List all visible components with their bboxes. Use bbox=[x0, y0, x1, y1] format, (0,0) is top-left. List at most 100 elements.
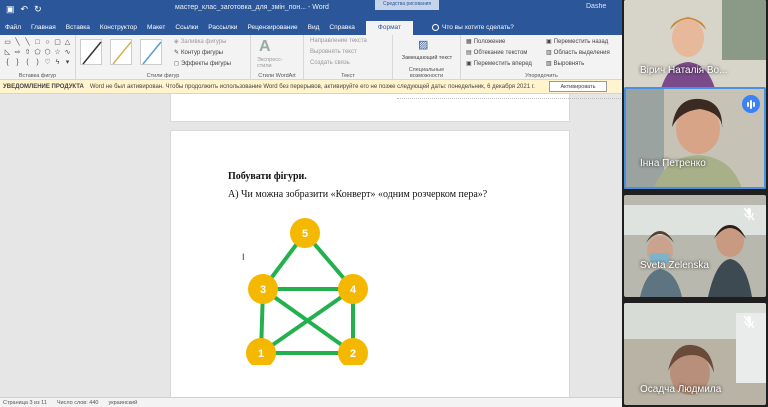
page-count[interactable]: Страница 3 из 11 bbox=[3, 400, 47, 406]
group-accessibility: ▨ Замещающий текст Специальные возможнос… bbox=[393, 35, 461, 80]
shape-effects-label: Эффекты фигуры bbox=[180, 60, 231, 67]
bracket-shape-icon[interactable]: } bbox=[13, 58, 22, 67]
position-button[interactable]: ▦ Положение bbox=[466, 38, 505, 46]
arrow-shape-icon[interactable]: ⇨ bbox=[13, 48, 22, 57]
tell-me-box[interactable]: Что вы хотите сделать? bbox=[427, 24, 519, 35]
send-backward-label: Переместить назад bbox=[553, 38, 609, 45]
language-indicator[interactable]: украинский bbox=[108, 400, 137, 406]
graph-node-label: 4 bbox=[350, 284, 357, 296]
triangle-shape-icon[interactable]: △ bbox=[63, 38, 72, 47]
wrap-text-button[interactable]: ▤ Обтекание текстом bbox=[466, 49, 527, 57]
express-styles-button[interactable]: Экспресс-стили bbox=[257, 57, 297, 69]
tell-me-label: Что вы хотите сделать? bbox=[442, 24, 514, 31]
right-triangle-shape-icon[interactable]: ◺ bbox=[3, 48, 12, 57]
parenthesis-shape-icon[interactable]: ) bbox=[33, 58, 42, 67]
graph-node-2[interactable]: 2 bbox=[338, 338, 368, 365]
participant-name: Sveta Zelenska bbox=[640, 260, 709, 271]
group-arrange: ▦ Положение ▤ Обтекание текстом ▣ Переме… bbox=[461, 35, 622, 80]
align-button[interactable]: ▧ Выровнять bbox=[546, 60, 584, 68]
redo-icon[interactable]: ↻ bbox=[34, 4, 42, 15]
bring-forward-button[interactable]: ▣ Переместить вперед bbox=[466, 60, 532, 68]
align-text-button[interactable]: Выровнять текст bbox=[310, 49, 357, 55]
user-name[interactable]: Dashe bbox=[586, 3, 606, 10]
tab-format[interactable]: Формат bbox=[365, 21, 414, 35]
tab-design[interactable]: Конструктор bbox=[95, 24, 142, 35]
text-direction-button[interactable]: Направление текста bbox=[310, 38, 367, 44]
graph-node-3[interactable]: 3 bbox=[248, 274, 278, 304]
current-page[interactable]: Побувати фігури. А) Чи можна зобразити «… bbox=[170, 130, 570, 402]
participant-tile[interactable]: Осадча Людмила bbox=[624, 303, 766, 405]
pen-icon: ✎ bbox=[174, 50, 180, 56]
send-backward-icon: ▣ bbox=[546, 39, 552, 45]
envelope-graph[interactable]: 5 3 4 1 2 bbox=[235, 215, 375, 365]
participant-tile[interactable]: Sveta Zelenska bbox=[624, 195, 766, 297]
group-insert-shapes: ▭ ╲ ╲ □ ○ ▢ △ ◺ ⇨ ⇧ ⬠ ⬡ ☆ ∿ { } () ♡ ϟ … bbox=[0, 35, 76, 80]
group-text: Направление текста Выровнять текст Созда… bbox=[304, 35, 393, 80]
group-label: Специальные возможности bbox=[408, 67, 445, 79]
undo-icon[interactable]: ↶ bbox=[21, 4, 29, 15]
lightbulb-icon bbox=[432, 24, 440, 31]
star-shape-icon[interactable]: ☆ bbox=[53, 48, 62, 57]
activate-button[interactable]: Активировать bbox=[549, 81, 607, 92]
alt-text-button[interactable]: Замещающий текст bbox=[401, 55, 453, 61]
rectangle-shape-icon[interactable]: □ bbox=[33, 38, 42, 47]
graph-node-4[interactable]: 4 bbox=[338, 274, 368, 304]
quick-access-toolbar: ▣ ↶ ↻ bbox=[0, 4, 60, 15]
tab-references[interactable]: Ссылки bbox=[170, 24, 203, 35]
style-swatch[interactable] bbox=[110, 39, 132, 65]
tab-insert[interactable]: Вставка bbox=[61, 24, 95, 35]
alt-text-icon[interactable]: ▨ bbox=[418, 38, 428, 51]
textbox-shape-icon[interactable]: ▭ bbox=[3, 38, 12, 47]
shapes-gallery[interactable]: ▭ ╲ ╲ □ ○ ▢ △ ◺ ⇨ ⇧ ⬠ ⬡ ☆ ∿ { } () ♡ ϟ … bbox=[3, 38, 72, 68]
save-icon[interactable]: ▣ bbox=[6, 4, 15, 15]
graph-node-5[interactable]: 5 bbox=[290, 218, 320, 248]
line-shape-icon[interactable]: ╲ bbox=[23, 38, 32, 47]
rounded-rectangle-shape-icon[interactable]: ▢ bbox=[53, 38, 62, 47]
lightning-shape-icon[interactable]: ϟ bbox=[53, 58, 62, 67]
curve-shape-icon[interactable]: ∿ bbox=[63, 48, 72, 57]
heart-shape-icon[interactable]: ♡ bbox=[43, 58, 52, 67]
arrow-up-shape-icon[interactable]: ⇧ bbox=[23, 48, 32, 57]
more-shapes-icon[interactable]: ▾ bbox=[63, 58, 72, 67]
participant-tile-active-speaker[interactable]: Інна Петренко bbox=[624, 87, 766, 189]
wordart-a-icon[interactable]: A bbox=[259, 38, 271, 56]
tab-layout[interactable]: Макет bbox=[142, 24, 170, 35]
task-heading: Побувати фігури. bbox=[228, 171, 307, 182]
selection-pane-button[interactable]: ▥ Область выделения bbox=[546, 49, 610, 57]
word-count[interactable]: Число слов: 440 bbox=[57, 400, 99, 406]
bracket-shape-icon[interactable]: { bbox=[3, 58, 12, 67]
hexagon-shape-icon[interactable]: ⬡ bbox=[43, 48, 52, 57]
document-area[interactable]: Побувати фігури. А) Чи можна зобразити «… bbox=[0, 94, 622, 402]
create-link-button[interactable]: Создать связь bbox=[310, 60, 350, 66]
tab-review[interactable]: Рецензирование bbox=[242, 24, 302, 35]
line-style-icon bbox=[82, 41, 102, 65]
oval-shape-icon[interactable]: ○ bbox=[43, 38, 52, 47]
shape-fill-button[interactable]: ◈ Заливка фигуры bbox=[174, 38, 226, 46]
tab-mailings[interactable]: Рассылки bbox=[203, 24, 242, 35]
style-swatch[interactable] bbox=[80, 39, 102, 65]
graph-node-1[interactable]: 1 bbox=[246, 338, 276, 365]
tab-home[interactable]: Главная bbox=[26, 24, 61, 35]
group-label: Стили фигур bbox=[146, 73, 180, 79]
bring-forward-label: Переместить вперед bbox=[473, 60, 532, 67]
style-swatch[interactable] bbox=[140, 39, 162, 65]
context-tab-label: Средства рисования bbox=[375, 0, 440, 10]
participant-name: Осадча Людмила bbox=[640, 384, 722, 395]
pentagon-shape-icon[interactable]: ⬠ bbox=[33, 48, 42, 57]
graph-node-label: 3 bbox=[260, 284, 266, 296]
page-margin-marker bbox=[397, 98, 622, 104]
send-backward-button[interactable]: ▣ Переместить назад bbox=[546, 38, 609, 46]
microphone-muted-icon bbox=[742, 207, 756, 221]
shape-effects-button[interactable]: ◻ Эффекты фигуры bbox=[174, 60, 231, 68]
parenthesis-shape-icon[interactable]: ( bbox=[23, 58, 32, 67]
task-question: А) Чи можна зобразити «Конверт» «одним р… bbox=[228, 189, 488, 200]
tab-help[interactable]: Справка bbox=[324, 24, 360, 35]
screen: ▣ ↶ ↻ мастер_клас_заготовка_для_змін_пон… bbox=[0, 0, 768, 407]
shape-outline-button[interactable]: ✎ Контур фигуры bbox=[174, 49, 223, 57]
participant-name: Вірич Наталія Во... bbox=[640, 65, 728, 76]
tab-file[interactable]: Файл bbox=[2, 24, 26, 35]
selection-pane-label: Область выделения bbox=[553, 49, 610, 56]
tab-view[interactable]: Вид bbox=[303, 24, 325, 35]
line-shape-icon[interactable]: ╲ bbox=[13, 38, 22, 47]
participants-panel: Вірич Наталія Во... Інна Петренко Sveta … bbox=[622, 0, 768, 407]
